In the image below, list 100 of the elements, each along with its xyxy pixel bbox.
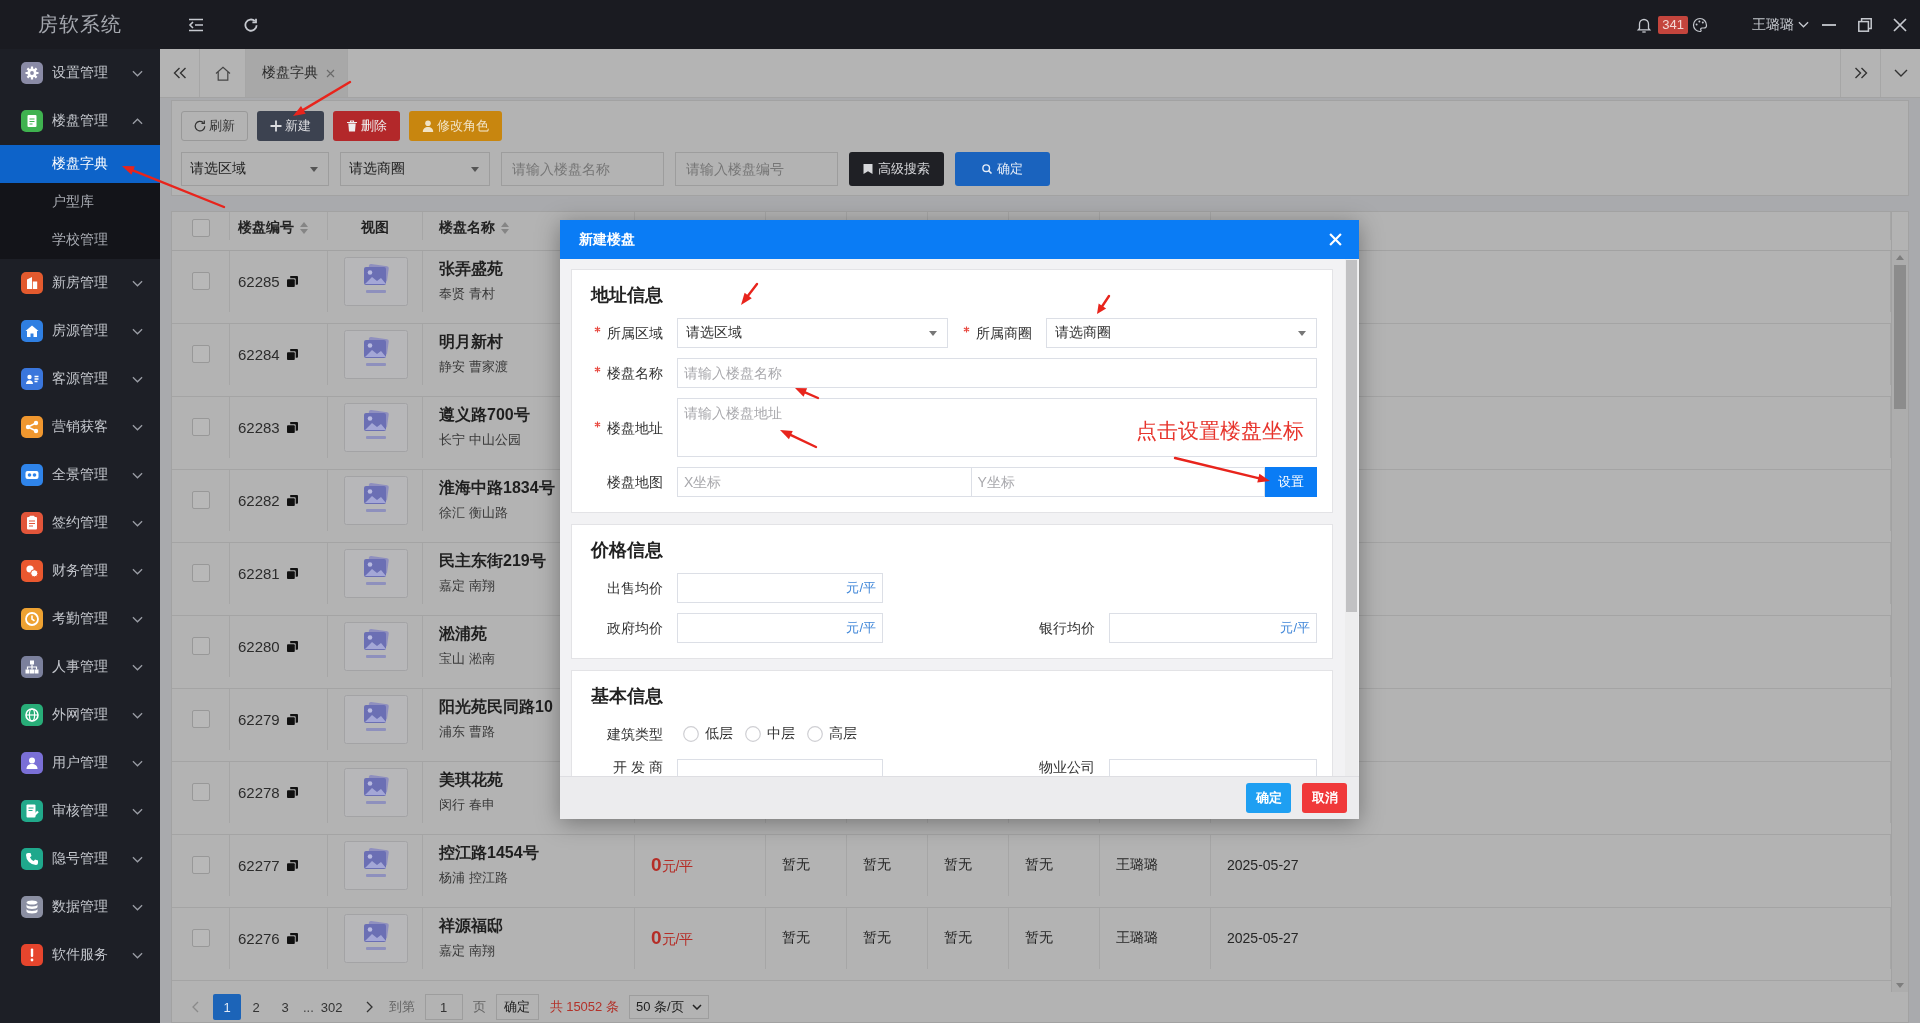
double-chevron-left-icon[interactable] — [172, 67, 187, 79]
radio-option[interactable]: 低层 — [683, 725, 733, 743]
menu-item[interactable]: 隐号管理 — [0, 835, 160, 883]
submenu-item[interactable]: 户型库 — [0, 183, 160, 221]
copy-icon[interactable] — [286, 275, 298, 287]
search-button[interactable]: 确定 — [955, 152, 1050, 186]
user-name[interactable]: 王璐璐 — [1752, 15, 1794, 34]
checkbox[interactable] — [191, 491, 210, 510]
checkbox[interactable] — [191, 418, 210, 437]
menu-item[interactable]: 楼盘管理 — [0, 97, 160, 145]
menu-item[interactable]: 人事管理 — [0, 643, 160, 691]
copy-icon[interactable] — [286, 348, 298, 360]
menu-item[interactable]: 软件服务 — [0, 931, 160, 979]
tab[interactable]: 楼盘字典 — [246, 49, 348, 97]
scrollbar-thumb[interactable] — [1346, 260, 1357, 612]
checkbox[interactable] — [191, 272, 210, 291]
create-button[interactable]: 新建 — [257, 111, 324, 141]
radio-option[interactable]: 中层 — [745, 725, 795, 743]
menu-item[interactable]: 客源管理 — [0, 355, 160, 403]
menu-item[interactable]: 设置管理 — [0, 49, 160, 97]
page-button[interactable]: 2 — [242, 994, 270, 1020]
home-icon[interactable] — [214, 65, 231, 81]
copy-icon[interactable] — [286, 713, 298, 725]
menu-item[interactable]: 外网管理 — [0, 691, 160, 739]
field-label: 楼盘地址 — [607, 419, 663, 436]
menu-item[interactable]: 用户管理 — [0, 739, 160, 787]
scrollbar-thumb[interactable] — [1894, 265, 1906, 409]
page-number-field[interactable]: 1 — [424, 994, 463, 1020]
dropdown[interactable]: 请选区域 — [677, 318, 948, 348]
unit-label: 元/平 — [846, 619, 877, 637]
menu-item[interactable]: 数据管理 — [0, 883, 160, 931]
copy-icon[interactable] — [286, 640, 298, 652]
menu-item[interactable]: 考勤管理 — [0, 595, 160, 643]
price-text: 0元/平 — [651, 854, 694, 877]
checkbox[interactable] — [191, 929, 210, 948]
page-size-select[interactable]: 50 条/页 — [628, 995, 709, 1019]
close-icon[interactable] — [1893, 17, 1907, 32]
minimize-icon[interactable] — [1822, 23, 1836, 26]
goto-button[interactable]: 确定 — [495, 994, 539, 1020]
submenu-item[interactable]: 楼盘字典 — [0, 145, 160, 183]
menu-item[interactable]: 财务管理 — [0, 547, 160, 595]
delete-button[interactable]: 删除 — [333, 111, 400, 141]
copy-icon[interactable] — [286, 567, 298, 579]
table-cell: 62284 — [238, 345, 280, 363]
page-button[interactable]: 1 — [213, 994, 241, 1020]
copy-icon[interactable] — [286, 421, 298, 433]
checkbox[interactable] — [191, 218, 210, 237]
dropdown[interactable]: 请选区域 — [181, 152, 329, 186]
table-cell: 62281 — [238, 564, 280, 582]
copy-icon[interactable] — [286, 786, 298, 798]
page-button[interactable]: 302 — [316, 994, 347, 1020]
location-text: 奉贤 青村 — [439, 285, 496, 304]
copy-icon[interactable] — [286, 494, 298, 506]
refresh-icon[interactable] — [244, 17, 258, 32]
copy-icon[interactable] — [286, 932, 298, 944]
checkbox[interactable] — [191, 345, 210, 364]
menu-item[interactable]: 审核管理 — [0, 787, 160, 835]
set-button[interactable]: 设置 — [1265, 467, 1317, 497]
price-field[interactable]: 元/平 — [677, 573, 883, 603]
x-coordinate-field[interactable]: X坐标 — [677, 467, 972, 497]
ellipsis: ... — [303, 999, 314, 1015]
dropdown[interactable]: 请选商圈 — [1046, 318, 1317, 348]
table-cell: 暂无 — [944, 929, 972, 948]
price-field[interactable]: 元/平 — [677, 613, 883, 643]
table-scrollbar[interactable] — [1892, 251, 1908, 992]
palette-icon[interactable] — [1692, 16, 1708, 33]
checkbox[interactable] — [191, 564, 210, 583]
checkbox[interactable] — [191, 637, 210, 656]
checkbox[interactable] — [191, 783, 210, 802]
checkbox[interactable] — [191, 710, 210, 729]
checkbox[interactable] — [191, 856, 210, 875]
page-button[interactable]: 3 — [271, 994, 299, 1020]
text-field[interactable]: 请输入楼盘名称 — [677, 358, 1317, 388]
field-label: 所属区域 — [607, 325, 663, 341]
refresh-button[interactable]: 刷新 — [181, 111, 248, 141]
radio-option[interactable]: 高层 — [807, 725, 857, 743]
chevron-down-icon[interactable] — [1893, 69, 1908, 77]
field-label: 楼盘地图 — [607, 474, 663, 490]
dropdown[interactable]: 请选商圈 — [340, 152, 490, 186]
restore-icon[interactable] — [1858, 17, 1872, 32]
menu-item[interactable]: 营销获客 — [0, 403, 160, 451]
menu-item[interactable]: 全景管理 — [0, 451, 160, 499]
chevron-right-icon[interactable] — [365, 1001, 373, 1013]
y-coordinate-field[interactable]: Y坐标 — [971, 467, 1265, 497]
submenu-item[interactable]: 学校管理 — [0, 221, 160, 259]
menu-item[interactable]: 签约管理 — [0, 499, 160, 547]
price-field[interactable]: 元/平 — [1109, 613, 1317, 643]
cancel-button[interactable]: 取消 — [1302, 783, 1347, 813]
advanced-search-button[interactable]: 高级搜索 — [849, 152, 944, 186]
modal-scrollbar[interactable] — [1345, 259, 1358, 776]
double-chevron-right-icon[interactable] — [1853, 67, 1868, 79]
menu-item[interactable]: 房源管理 — [0, 307, 160, 355]
bell-icon[interactable] — [1636, 16, 1653, 33]
image-placeholder-icon — [344, 329, 408, 379]
copy-icon[interactable] — [286, 859, 298, 871]
annotation-arrow — [293, 80, 352, 116]
code-search-field[interactable]: 请输入楼盘编号 — [675, 152, 838, 186]
menu-icon[interactable] — [188, 16, 204, 33]
menu-item[interactable]: 新房管理 — [0, 259, 160, 307]
name-search-field[interactable]: 请输入楼盘名称 — [501, 152, 664, 186]
